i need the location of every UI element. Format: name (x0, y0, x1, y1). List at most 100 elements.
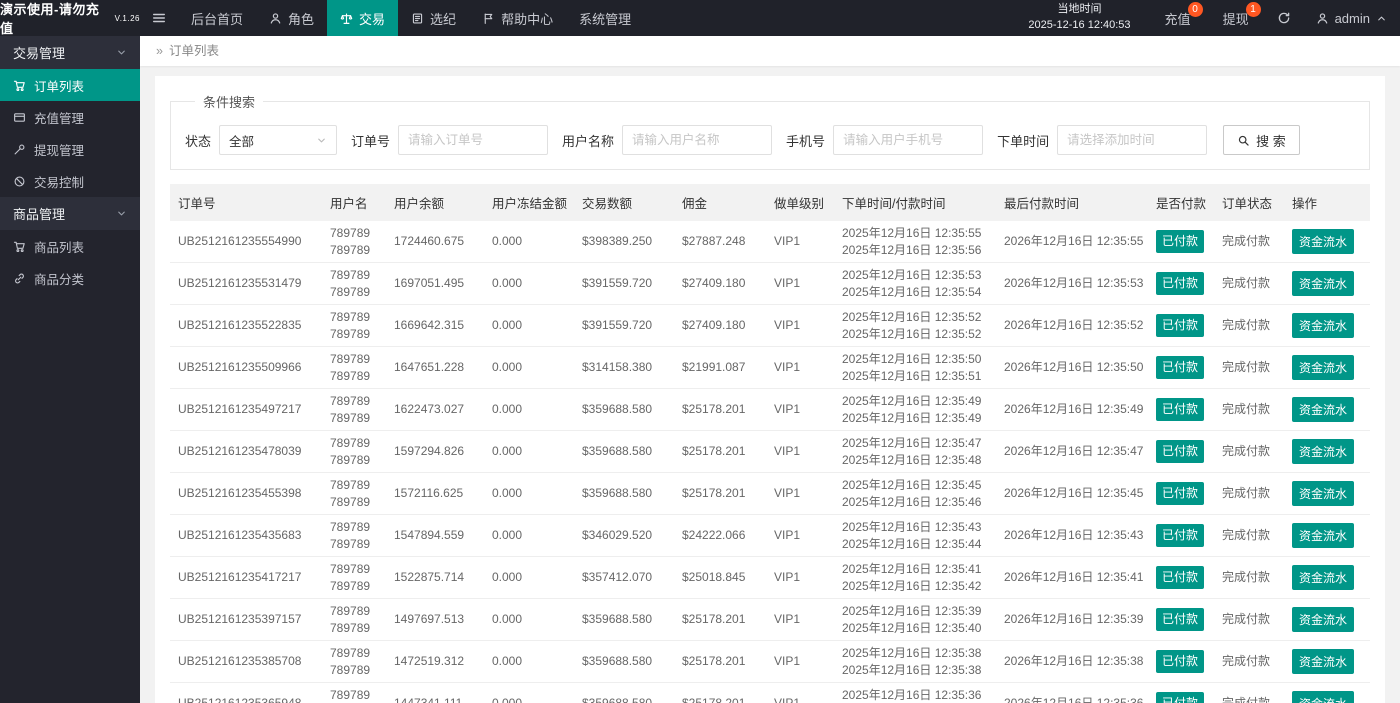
fund-flow-button[interactable]: 资金流水 (1292, 523, 1355, 548)
cell-amount: $357412.070 (574, 556, 674, 599)
search-form: 状态 全部 订单号 用户名称 手机号 下单时间 搜 索 (185, 125, 1355, 155)
fund-flow-button[interactable]: 资金流水 (1292, 439, 1355, 464)
fund-flow-button[interactable]: 资金流水 (1292, 355, 1355, 380)
cell-order-no: UB2512161235417217 (170, 556, 322, 599)
cell-commission: $27409.180 (674, 262, 766, 305)
order-time-input[interactable] (1057, 125, 1208, 155)
sidebar-item-goods-category[interactable]: 商品分类 (0, 262, 140, 294)
cell-order-no: UB2512161235385708 (170, 640, 322, 683)
cell-order-no: UB2512161235455398 (170, 472, 322, 515)
link-icon (15, 273, 24, 283)
table-row: UB2512161235455398 789789 789789 1572116.62… (170, 472, 1370, 515)
nav-item-trade[interactable]: 交易 (327, 0, 399, 36)
cell-order-time: 2025年12月16日 12:35:41 2025年12月16日 12:35:42 (834, 556, 996, 599)
cell-level: VIP1 (766, 430, 834, 473)
col-last-pay-time: 最后付款时间 (996, 184, 1148, 221)
paid-badge: 已付款 (1156, 608, 1205, 631)
cell-amount: $398389.250 (574, 221, 674, 263)
chevron-down-icon (118, 50, 125, 55)
table-row: UB2512161235531479 789789 789789 1697051.49… (170, 262, 1370, 305)
chevron-down-icon (318, 138, 325, 142)
breadcrumb: » 订单列表 (140, 36, 1400, 66)
cell-level: VIP1 (766, 598, 834, 641)
cell-action: 资金流水 (1284, 472, 1370, 515)
fund-flow-button[interactable]: 资金流水 (1292, 397, 1355, 422)
cell-level: VIP1 (766, 556, 834, 599)
cell-last-pay-time: 2026年12月16日 12:35:47 (996, 430, 1148, 473)
page-title: 订单列表 (168, 44, 219, 58)
fund-flow-button[interactable]: 资金流水 (1292, 481, 1355, 506)
cell-commission: $25178.201 (674, 598, 766, 641)
sidebar-toggle-button[interactable] (140, 0, 178, 36)
cell-action: 资金流水 (1284, 221, 1370, 263)
username-input[interactable] (622, 125, 773, 155)
cell-order-time: 2025年12月16日 12:35:45 2025年12月16日 12:35:46 (834, 472, 996, 515)
cell-last-pay-time: 2026年12月16日 12:35:43 (996, 514, 1148, 557)
sidebar-item-goods-list[interactable]: 商品列表 (0, 230, 140, 262)
status-select[interactable]: 全部 (219, 125, 338, 155)
cell-order-no: UB2512161235531479 (170, 262, 322, 305)
main-content: » 订单列表 条件搜索 状态 全部 订单号 用户名称 手机号 下单时间 (140, 36, 1400, 703)
cell-frozen: 0.000 (484, 221, 574, 263)
sidebar-item-withdraw[interactable]: 提现管理 (0, 133, 140, 165)
recharge-button[interactable]: 充值 0 (1149, 0, 1207, 36)
refresh-button[interactable] (1265, 0, 1303, 36)
sidebar-group-trade[interactable]: 交易管理 (0, 36, 140, 69)
cell-paid: 已付款 (1148, 221, 1214, 263)
cell-last-pay-time: 2026年12月16日 12:35:49 (996, 388, 1148, 431)
cell-level: VIP1 (766, 262, 834, 305)
search-button-label: 搜 索 (1256, 133, 1286, 149)
cell-last-pay-time: 2026年12月16日 12:35:41 (996, 556, 1148, 599)
cell-last-pay-time: 2026年12月16日 12:35:50 (996, 346, 1148, 389)
fund-flow-button[interactable]: 资金流水 (1292, 313, 1355, 338)
cell-paid: 已付款 (1148, 682, 1214, 703)
nav-item-label: 系统管理 (579, 11, 632, 27)
nav-item-label: 交易 (359, 11, 386, 27)
nav-item-home[interactable]: 后台首页 (178, 0, 256, 36)
sidebar-item-order-list[interactable]: 订单列表 (0, 69, 140, 101)
sidebar-item-recharge[interactable]: 充值管理 (0, 101, 140, 133)
order-no-input[interactable] (398, 125, 549, 155)
user-menu[interactable]: admin (1303, 0, 1400, 36)
cell-action: 资金流水 (1284, 640, 1370, 683)
search-button[interactable]: 搜 索 (1223, 125, 1300, 155)
sidebar-group-goods[interactable]: 商品管理 (0, 197, 140, 230)
cell-level: VIP1 (766, 388, 834, 431)
fund-flow-button[interactable]: 资金流水 (1292, 271, 1355, 296)
fund-flow-button[interactable]: 资金流水 (1292, 565, 1355, 590)
sidebar-item-trade-control[interactable]: 交易控制 (0, 165, 140, 197)
sidebar-item-label: 商品列表 (34, 240, 85, 255)
paid-badge: 已付款 (1156, 272, 1205, 295)
cell-username: 789789789789 (322, 556, 386, 599)
cell-order-no: UB2512161235509966 (170, 346, 322, 389)
cell-last-pay-time: 2026年12月16日 12:35:39 (996, 598, 1148, 641)
nav-item-roles[interactable]: 角色 (256, 0, 327, 36)
flag-icon (484, 12, 493, 24)
breadcrumb-prefix: » (156, 44, 163, 58)
withdraw-button[interactable]: 提现 1 (1207, 0, 1265, 36)
fund-flow-button[interactable]: 资金流水 (1292, 229, 1355, 254)
phone-input[interactable] (833, 125, 984, 155)
cell-frozen: 0.000 (484, 472, 574, 515)
nav-item-system[interactable]: 系统管理 (566, 0, 644, 36)
cell-order-no: UB2512161235435683 (170, 514, 322, 557)
sidebar-item-label: 商品分类 (34, 272, 85, 287)
fund-flow-button[interactable]: 资金流水 (1292, 607, 1355, 632)
card-icon (14, 112, 25, 122)
topbar: 演示使用-请勿充值 V.1.26 后台首页 角色 交易 选纪 帮助中心 系统管理 … (0, 0, 1400, 36)
fund-flow-button[interactable]: 资金流水 (1292, 649, 1355, 674)
cell-status: 完成付款 (1214, 304, 1284, 347)
recharge-label: 充值 (1164, 11, 1191, 27)
cell-action: 资金流水 (1284, 262, 1370, 305)
col-level: 做单级别 (766, 184, 834, 221)
cell-last-pay-time: 2026年12月16日 12:35:55 (996, 221, 1148, 263)
cell-commission: $25178.201 (674, 682, 766, 703)
nav-item-help[interactable]: 帮助中心 (469, 0, 566, 36)
cell-commission: $25178.201 (674, 472, 766, 515)
fund-flow-button[interactable]: 资金流水 (1292, 691, 1355, 703)
search-panel: 条件搜索 状态 全部 订单号 用户名称 手机号 下单时间 搜 索 (170, 92, 1370, 170)
table-row: UB2512161235417217 789789 789789 1522875.71… (170, 556, 1370, 599)
order-table-header: 订单号 用户名 用户余额 用户冻结金额 交易数额 佣金 做单级别 下单时间/付款… (170, 184, 1370, 221)
nav-item-records[interactable]: 选纪 (398, 0, 469, 36)
cell-balance: 1497697.513 (386, 598, 484, 641)
